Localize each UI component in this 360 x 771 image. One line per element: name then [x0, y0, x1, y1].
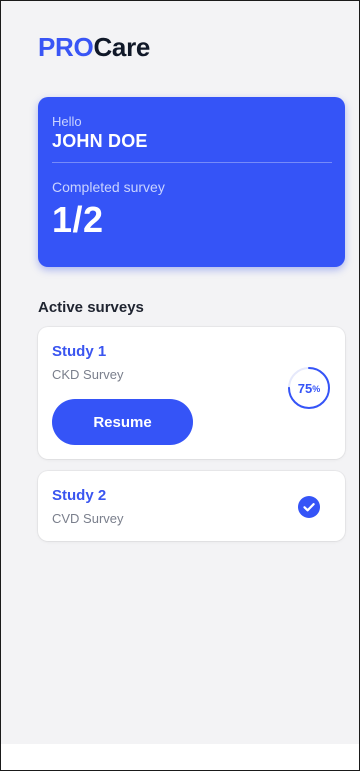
survey-subtitle: CKD Survey — [52, 367, 124, 382]
completed-survey-label: Completed survey — [52, 179, 165, 195]
completed-survey-value: 1/2 — [52, 199, 104, 240]
check-circle-icon — [298, 496, 320, 518]
summary-divider — [52, 162, 332, 163]
survey-subtitle: CVD Survey — [52, 511, 124, 526]
progress-label: 75% — [286, 365, 332, 411]
survey-title: Study 2 — [52, 487, 107, 504]
survey-card-study-1[interactable]: Study 1 CKD Survey 75% Resume — [38, 327, 345, 459]
progress-unit: % — [312, 384, 321, 394]
greeting-label: Hello — [52, 114, 82, 129]
logo-suffix: Care — [93, 32, 151, 62]
bottom-bar-area — [1, 744, 359, 770]
progress-value: 75 — [297, 380, 313, 396]
active-surveys-heading: Active surveys — [38, 299, 144, 316]
app-screen: PROCare Hello JOHN DOE Completed survey … — [0, 0, 360, 771]
progress-ring: 75% — [286, 365, 332, 411]
user-name: JOHN DOE — [52, 131, 148, 151]
survey-card-study-2[interactable]: Study 2 CVD Survey — [38, 471, 345, 541]
survey-title: Study 1 — [52, 343, 107, 360]
summary-card: Hello JOHN DOE Completed survey 1/2 — [38, 97, 345, 267]
logo-prefix: PRO — [38, 32, 94, 62]
app-logo: PROCare — [38, 31, 150, 63]
resume-button[interactable]: Resume — [52, 399, 193, 445]
